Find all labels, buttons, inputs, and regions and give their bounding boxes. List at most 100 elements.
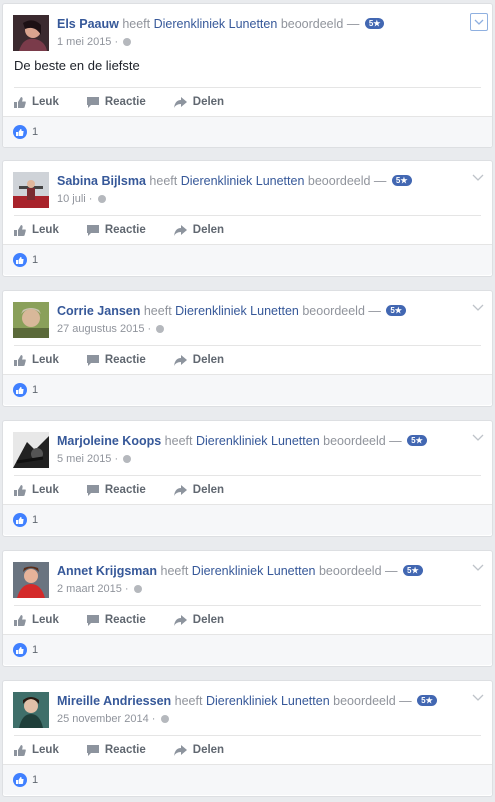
comment-button[interactable]: Reactie xyxy=(86,354,146,366)
comment-icon xyxy=(86,614,99,626)
action-bar: Leuk Reactie Delen xyxy=(14,215,481,244)
review-title: Marjoleine Koops heeft Dierenkliniek Lun… xyxy=(57,434,452,448)
comment-button[interactable]: Reactie xyxy=(86,96,146,108)
review-card: Corrie Jansen heeft Dierenkliniek Lunett… xyxy=(2,290,493,407)
options-button[interactable] xyxy=(470,13,488,31)
share-button[interactable]: Delen xyxy=(173,614,224,626)
like-button[interactable]: Leuk xyxy=(14,614,59,626)
share-icon xyxy=(173,614,187,626)
like-reaction-icon[interactable] xyxy=(13,253,27,267)
like-button[interactable]: Leuk xyxy=(14,744,59,756)
avatar[interactable] xyxy=(13,562,49,598)
globe-icon xyxy=(123,455,132,463)
reactions-bar: 1 xyxy=(3,764,492,795)
thumbs-up-icon xyxy=(14,484,26,496)
thumbs-up-icon xyxy=(14,354,26,366)
page-link[interactable]: Dierenkliniek Lunetten xyxy=(154,17,278,31)
review-meta: 1 mei 2015 · xyxy=(57,36,132,48)
globe-icon xyxy=(160,715,169,723)
share-button[interactable]: Delen xyxy=(173,224,224,236)
like-reaction-icon[interactable] xyxy=(13,125,27,139)
share-button[interactable]: Delen xyxy=(173,354,224,366)
avatar[interactable] xyxy=(13,302,49,338)
review-header: Annet Krijgsman heeft Dierenkliniek Lune… xyxy=(3,551,492,605)
reviewer-name[interactable]: Annet Krijgsman xyxy=(57,564,157,578)
share-button[interactable]: Delen xyxy=(173,484,224,496)
chevron-down-icon[interactable] xyxy=(472,694,484,702)
comment-button[interactable]: Reactie xyxy=(86,744,146,756)
verb-text: heeft xyxy=(149,174,178,188)
reactions-bar: 1 xyxy=(3,116,492,147)
chevron-down-icon[interactable] xyxy=(472,304,484,312)
review-meta: 27 augustus 2015 · xyxy=(57,323,165,335)
avatar[interactable] xyxy=(13,692,49,728)
action-bar: Leuk Reactie Delen xyxy=(14,475,481,504)
reviewer-name[interactable]: Sabina Bijlsma xyxy=(57,174,146,188)
like-count[interactable]: 1 xyxy=(32,644,38,656)
reactions-bar: 1 xyxy=(3,374,492,405)
globe-icon xyxy=(156,325,165,333)
reviewer-name[interactable]: Marjoleine Koops xyxy=(57,434,161,448)
rated-text: beoordeeld — xyxy=(302,304,381,318)
like-button[interactable]: Leuk xyxy=(14,354,59,366)
like-reaction-icon[interactable] xyxy=(13,513,27,527)
comment-icon xyxy=(86,744,99,756)
avatar[interactable] xyxy=(13,172,49,208)
reactions-bar: 1 xyxy=(3,634,492,665)
comment-icon xyxy=(86,224,99,236)
page-link[interactable]: Dierenkliniek Lunetten xyxy=(175,304,299,318)
reactions-bar: 1 xyxy=(3,244,492,275)
action-bar: Leuk Reactie Delen xyxy=(14,605,481,634)
verb-text: heeft xyxy=(143,304,172,318)
like-count[interactable]: 1 xyxy=(32,774,38,786)
review-date[interactable]: 10 juli xyxy=(57,193,86,205)
chevron-down-icon[interactable] xyxy=(472,174,484,182)
like-reaction-icon[interactable] xyxy=(13,383,27,397)
share-icon xyxy=(173,484,187,496)
review-date[interactable]: 27 augustus 2015 xyxy=(57,323,144,335)
reviewer-name[interactable]: Mireille Andriessen xyxy=(57,694,171,708)
page-link[interactable]: Dierenkliniek Lunetten xyxy=(192,564,316,578)
rating-badge: 5★ xyxy=(403,565,423,576)
avatar[interactable] xyxy=(13,432,49,468)
action-bar: Leuk Reactie Delen xyxy=(14,345,481,374)
like-button[interactable]: Leuk xyxy=(14,484,59,496)
review-title: Corrie Jansen heeft Dierenkliniek Lunett… xyxy=(57,304,452,318)
page-link[interactable]: Dierenkliniek Lunetten xyxy=(206,694,330,708)
comment-icon xyxy=(86,484,99,496)
share-icon xyxy=(173,224,187,236)
like-button[interactable]: Leuk xyxy=(14,96,59,108)
review-date[interactable]: 2 maart 2015 xyxy=(57,583,122,595)
share-button[interactable]: Delen xyxy=(173,744,224,756)
review-title: Annet Krijgsman heeft Dierenkliniek Lune… xyxy=(57,564,452,578)
comment-button[interactable]: Reactie xyxy=(86,224,146,236)
review-date[interactable]: 5 mei 2015 xyxy=(57,453,111,465)
page-link[interactable]: Dierenkliniek Lunetten xyxy=(181,174,305,188)
action-bar: Leuk Reactie Delen xyxy=(14,735,481,764)
chevron-down-icon[interactable] xyxy=(472,564,484,572)
like-count[interactable]: 1 xyxy=(32,514,38,526)
chevron-down-icon[interactable] xyxy=(472,434,484,442)
comment-button[interactable]: Reactie xyxy=(86,614,146,626)
review-date[interactable]: 25 november 2014 xyxy=(57,713,149,725)
like-count[interactable]: 1 xyxy=(32,384,38,396)
like-count[interactable]: 1 xyxy=(32,126,38,138)
rated-text: beoordeeld — xyxy=(333,694,412,708)
share-button[interactable]: Delen xyxy=(173,96,224,108)
review-meta: 2 maart 2015 · xyxy=(57,583,142,595)
avatar[interactable] xyxy=(13,15,49,51)
like-button[interactable]: Leuk xyxy=(14,224,59,236)
comment-icon xyxy=(86,354,99,366)
reviewer-name[interactable]: Corrie Jansen xyxy=(57,304,140,318)
like-reaction-icon[interactable] xyxy=(13,773,27,787)
like-reaction-icon[interactable] xyxy=(13,643,27,657)
reviewer-name[interactable]: Els Paauw xyxy=(57,17,119,31)
review-meta: 25 november 2014 · xyxy=(57,713,169,725)
comment-button[interactable]: Reactie xyxy=(86,484,146,496)
page-link[interactable]: Dierenkliniek Lunetten xyxy=(196,434,320,448)
globe-icon xyxy=(97,195,106,203)
reactions-bar: 1 xyxy=(3,504,492,535)
like-count[interactable]: 1 xyxy=(32,254,38,266)
review-date[interactable]: 1 mei 2015 xyxy=(57,36,111,48)
rating-badge: 5★ xyxy=(386,305,406,316)
